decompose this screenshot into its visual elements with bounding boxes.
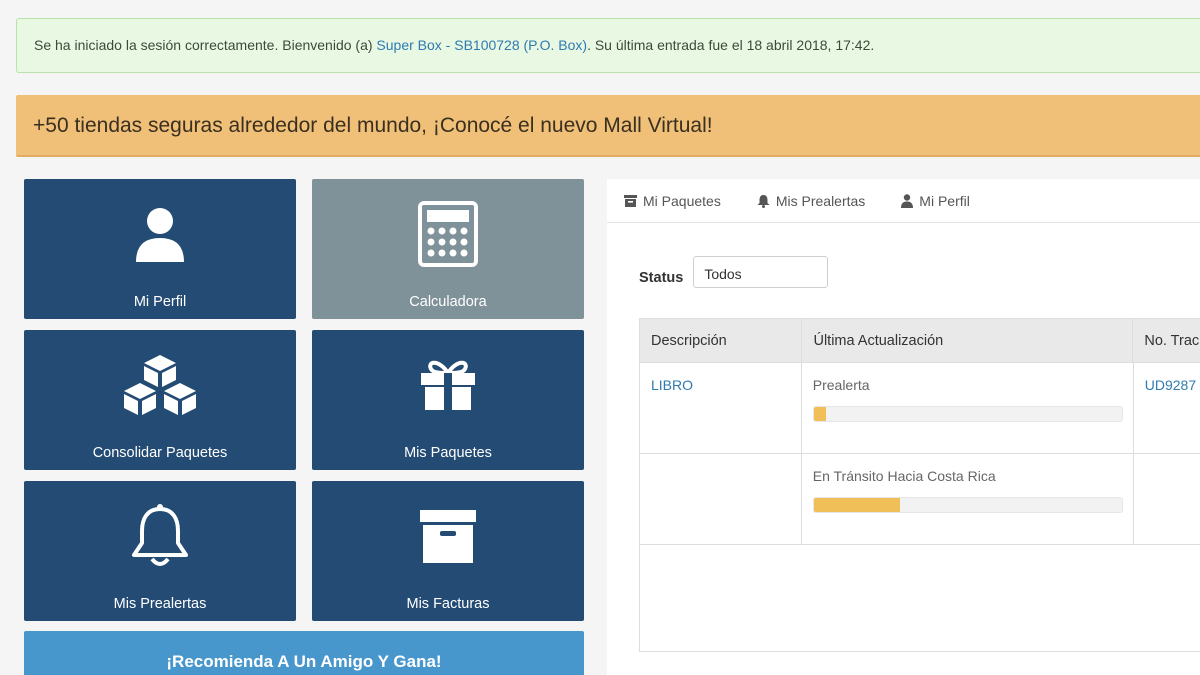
tile-mi-perfil[interactable]: Mi Perfil [24, 179, 296, 319]
box-icon [624, 194, 637, 207]
login-success-alert: Se ha iniciado la sesión correctamente. … [16, 18, 1200, 73]
tile-mis-paquetes[interactable]: Mis Paquetes [312, 330, 584, 470]
header-ultima-actualizacion: Última Actualización [802, 319, 1134, 363]
status-filter: Status Todos [639, 256, 829, 288]
tile-label: Mi Perfil [133, 294, 187, 310]
archive-icon [312, 501, 584, 571]
calculator-icon [312, 199, 584, 269]
tile-consolidar-paquetes[interactable]: Consolidar Paquetes [24, 330, 296, 470]
update-status: En Tránsito Hacia Costa Rica [812, 468, 996, 484]
status-select[interactable]: Todos [693, 256, 829, 288]
bell-icon [24, 501, 296, 571]
description-link[interactable]: LIBRO [651, 377, 693, 393]
tab-mi-perfil[interactable]: Mi Perfil [901, 193, 970, 209]
user-icon [24, 199, 296, 269]
tab-label: Mis Prealertas [775, 192, 866, 209]
table-header: Descripción Última Actualización No. Tra… [640, 319, 1200, 363]
tile-label: Mis Paquetes [404, 445, 492, 461]
update-status: Prealerta [812, 377, 870, 393]
cubes-icon [24, 350, 296, 420]
user-link[interactable]: Super Box - SB100728 (P.O. Box) [376, 37, 587, 53]
tile-label: Calculadora [409, 294, 487, 310]
gift-icon [312, 350, 584, 420]
tab-label: Mi Paquetes [643, 192, 721, 209]
tab-mi-paquetes[interactable]: Mi Paquetes [624, 193, 721, 209]
progress-bar [812, 497, 1123, 513]
alert-suffix: . Su última entrada fue el 18 abril 2018… [587, 37, 875, 53]
header-tracking: No. Trac [1144, 333, 1200, 349]
cta-label: ¡Recomienda A Un Amigo Y Gana! [166, 652, 442, 671]
recommend-friend-button[interactable]: ¡Recomienda A Un Amigo Y Gana! [24, 631, 584, 675]
packages-table: Descripción Última Actualización No. Tra… [639, 318, 1200, 652]
tile-mis-facturas[interactable]: Mis Facturas [312, 481, 584, 621]
tile-label: Mis Prealertas [113, 596, 207, 612]
bell-icon [757, 194, 770, 208]
tile-mis-prealertas[interactable]: Mis Prealertas [24, 481, 296, 621]
packages-panel: Mi Paquetes Mis Prealertas Mi Perfil Sta… [607, 179, 1200, 675]
table-row: En Tránsito Hacia Costa Rica [640, 454, 1200, 545]
progress-bar [812, 406, 1123, 422]
tab-label: Mi Perfil [919, 192, 970, 209]
progress-fill [813, 498, 900, 512]
tile-calculadora[interactable]: Calculadora [312, 179, 584, 319]
panel-tabs: Mi Paquetes Mis Prealertas Mi Perfil [607, 179, 1200, 223]
status-label: Status [639, 269, 684, 286]
promo-text: +50 tiendas seguras alrededor del mundo,… [33, 114, 713, 137]
alert-prefix: Se ha iniciado la sesión correctamente. … [34, 37, 377, 53]
table-row: LIBRO Prealerta UD9287 [640, 363, 1200, 454]
tab-mis-prealertas[interactable]: Mis Prealertas [757, 193, 865, 209]
progress-fill [813, 407, 827, 421]
header-descripcion: Descripción [640, 319, 803, 363]
promo-banner[interactable]: +50 tiendas seguras alrededor del mundo,… [16, 95, 1200, 157]
tile-label: Consolidar Paquetes [92, 445, 228, 461]
tracking-link[interactable]: UD9287 [1145, 377, 1196, 393]
user-icon [901, 193, 914, 208]
tile-label: Mis Facturas [406, 596, 490, 612]
